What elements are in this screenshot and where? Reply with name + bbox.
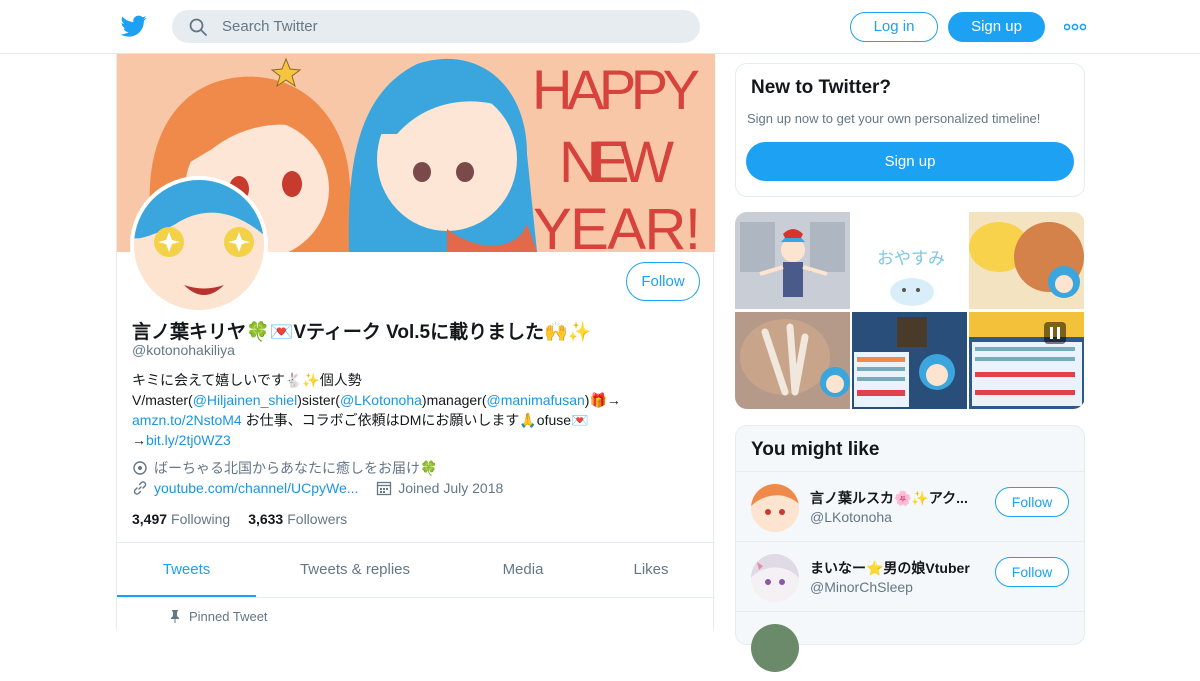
following-count: 3,497 [132,511,168,527]
suggested-follow-button[interactable]: Follow [995,557,1069,587]
suggested-account[interactable] [736,611,1084,681]
signup-button[interactable]: Sign up [948,12,1045,42]
pin-icon [171,610,179,623]
suggested-account-name: まいなー⭐男の娘Vtuber [810,560,970,576]
bio-link-sister[interactable]: @LKotonoha [340,392,422,408]
profile-display-name: 言ノ葉キリヤ🍀💌Vティーク Vol.5に載りました🙌✨ [132,322,592,343]
twitter-bird-icon[interactable] [120,13,148,39]
following-count-link[interactable]: 3,497 Following [132,511,230,527]
you-might-like-card: You might like 言ノ葉ルスカ🌸✨アク... @LKotonoha … [735,425,1085,672]
suggested-account[interactable]: 言ノ葉ルスカ🌸✨アク... @LKotonoha Follow [736,471,1084,541]
media-thumbnail[interactable] [735,212,850,309]
media-thumbnail[interactable]: おやすみ [852,212,967,309]
new-to-twitter-title: New to Twitter? [751,77,892,98]
banner-text-happy: HAPPY [532,58,700,121]
followers-count: 3,633 [248,511,284,527]
tab-tweets[interactable]: Tweets [117,543,256,597]
search-box[interactable] [172,10,700,43]
location-pin-icon [133,461,147,475]
search-icon [189,18,207,36]
suggested-account[interactable]: まいなー⭐男の娘Vtuber @MinorChSleep Follow [736,541,1084,611]
profile-website-link[interactable]: youtube.com/channel/UCpyWe... [154,480,358,496]
bio-text: )manager( [421,392,487,408]
link-icon [133,481,147,495]
profile-bio: キミに会えて嬉しいです🐇✨個人勢 V/master(@Hiljainen_shi… [132,370,692,450]
media-thumbnail[interactable] [852,312,967,409]
profile-location: ばーちゃる北国からあなたに癒しをお届け🍀 [154,460,438,476]
new-to-twitter-card: New to Twitter? Sign up now to get your … [735,63,1085,197]
tab-likes[interactable]: Likes [607,543,695,597]
sidebar-signup-button[interactable]: Sign up [746,142,1074,181]
new-to-twitter-subtitle: Sign up now to get your own personalized… [747,111,1041,126]
suggested-account-name: 言ノ葉ルスカ🌸✨アク... [810,490,968,506]
bio-link-manager[interactable]: @manimafusan [487,392,585,408]
banner-text-new: NEW [559,130,674,195]
bio-line-4: →bit.ly/2tj0WZ3 [132,430,692,450]
suggested-account-handle: @MinorChSleep [810,579,913,595]
follow-button[interactable]: Follow [626,262,700,301]
suggested-account-handle: @LKotonoha [810,509,892,525]
search-input[interactable] [222,10,682,43]
bio-text: → [132,432,146,448]
pinned-tweet-header: Pinned Tweet [169,609,268,624]
tab-media[interactable]: Media [477,543,569,597]
media-thumbnail[interactable] [735,312,850,409]
media-grid: おやすみ [735,212,1085,409]
suggested-account-avatar [751,554,799,602]
more-options-icon[interactable] [1064,22,1086,32]
profile-stats: 3,497 Following 3,633 Followers [132,511,347,527]
suggested-account-avatar [751,484,799,532]
following-label: Following [171,511,231,527]
bio-text: V/master( [132,392,193,408]
profile-joined-date: Joined July 2018 [398,480,504,496]
media-thumbnail[interactable] [969,212,1084,309]
bio-text: )🎁→ [584,392,621,408]
bio-line-3: amzn.to/2NstoM4 お仕事、コラボご依頼はDMにお願いします🙏ofu… [132,410,692,430]
banner-text-year: YEAR! [533,197,701,252]
bio-link-master[interactable]: @Hiljainen_shiel [193,392,298,408]
bio-text: )sister( [297,392,340,408]
followers-label: Followers [287,511,348,527]
profile-location-row: ばーちゃる北国からあなたに癒しをお届け🍀 [132,458,437,478]
suggested-account-avatar [751,624,799,672]
profile-tabs: Tweets Tweets & replies Media Likes [117,542,715,598]
profile-handle: @kotonohakiliya [132,342,235,358]
avatar-illustration [134,180,264,310]
bio-text: お仕事、コラボご依頼はDMにお願いします🙏ofuse💌 [241,412,589,428]
suggested-follow-button[interactable]: Follow [995,487,1069,517]
login-button[interactable]: Log in [850,12,938,42]
bio-link-amazon[interactable]: amzn.to/2NstoM4 [132,412,242,428]
followers-count-link[interactable]: 3,633 Followers [248,511,347,527]
bio-line-1: キミに会えて嬉しいです🐇✨個人勢 [132,372,362,388]
media-thumbnail[interactable] [969,312,1084,409]
bio-link-bitly[interactable]: bit.ly/2tj0WZ3 [146,432,231,448]
tab-tweets-and-replies[interactable]: Tweets & replies [276,543,434,597]
profile-column: HAPPY NEW YEAR! Follow 言ノ葉キリヤ🍀💌Vティーク Vol… [116,54,715,630]
bio-line-2: V/master(@Hiljainen_shiel)sister(@LKoton… [132,390,692,410]
calendar-icon [377,481,392,496]
you-might-like-title: You might like [751,439,880,460]
media-oyasumi-text: おやすみ [877,249,945,269]
profile-avatar[interactable] [130,176,268,314]
profile-meta-row: youtube.com/channel/UCpyWe... Joined Jul… [132,480,503,496]
top-navigation-bar: Log in Sign up [0,0,1200,54]
pinned-tweet-label: Pinned Tweet [189,609,268,624]
